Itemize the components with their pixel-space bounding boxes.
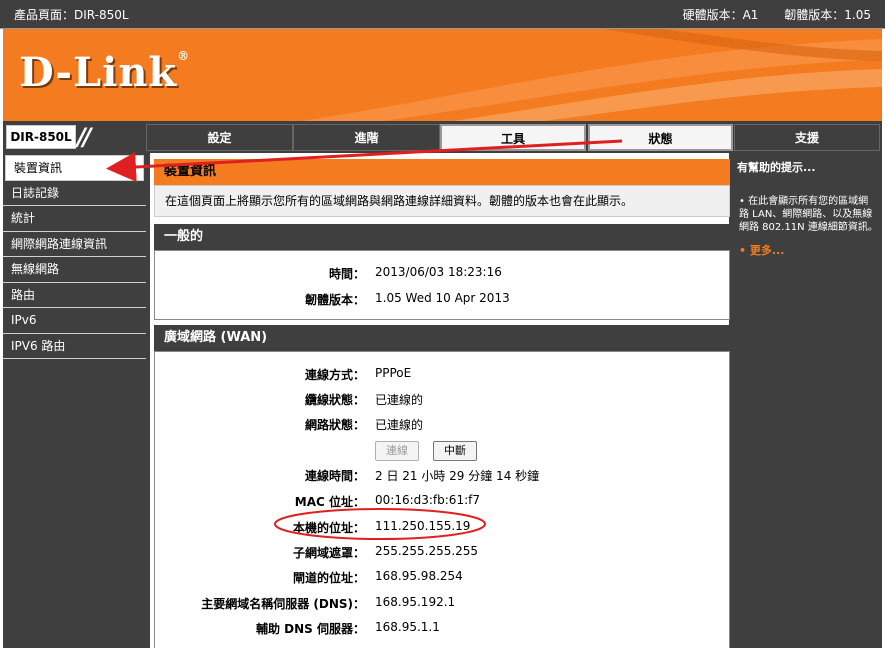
conn-type-row: 連線方式： PPPoE — [304, 366, 412, 382]
hardware-version: 硬體版本：A1 — [682, 8, 759, 22]
page-title: 裝置資訊 — [154, 159, 730, 185]
sidebar-item-routing[interactable]: 路由 — [3, 283, 146, 308]
local-ip-row: 本機的位址： 111.250.155.19 — [292, 519, 471, 535]
sidebar-item-logs[interactable]: 日誌記錄 — [3, 181, 146, 206]
slash-decoration: // — [77, 123, 91, 151]
brand-banner: D-Link® — [3, 29, 882, 121]
sidebar-item-wireless[interactable]: 無線網路 — [3, 257, 146, 283]
help-more-link[interactable]: • 更多... — [733, 242, 882, 258]
tab-setup[interactable]: 設定 — [146, 124, 293, 151]
uptime-row: 連線時間： 2 日 21 小時 29 分鐘 14 秒鐘 — [304, 469, 540, 483]
main-content: 裝置資訊 在這個頁面上將顯示您所有的區域網路與網路連線詳細資料。韌體的版本也會在… — [146, 153, 733, 648]
dlink-logo: D-Link® — [19, 49, 191, 96]
general-section: 時間： 2013/06/03 18:23:16 韌體版本： 1.05 Wed 1… — [154, 250, 730, 320]
wan-section: 連線方式： PPPoE 纜線狀態： 已連線的 網路狀態： 已連線的 連線 中斷 … — [154, 351, 730, 648]
help-panel: 有幫助的提示... • 在此會顯示所有您的區域網路 LAN、網際網路、以及無線網… — [733, 153, 882, 648]
help-text: • 在此會顯示所有您的區域網路 LAN、網際網路、以及無線網路 802.11N … — [739, 196, 878, 233]
tab-tools[interactable]: 工具 — [440, 124, 586, 151]
secondary-dns-row: 輔助 DNS 伺服器： 168.95.1.1 — [255, 620, 440, 636]
firmware-value: 1.05 Wed 10 Apr 2013 — [375, 291, 510, 305]
network-status-row: 網路狀態： 已連線的 — [304, 418, 424, 432]
firmware-row: 韌體版本： 1.05 Wed 10 Apr 2013 — [155, 289, 731, 309]
help-title: 有幫助的提示... — [737, 161, 816, 174]
sidebar-item-ipv6[interactable]: IPv6 — [3, 308, 146, 334]
tab-advanced[interactable]: 進階 — [293, 124, 440, 151]
connect-buttons-row: 連線 中斷 — [155, 441, 731, 461]
primary-dns-row: 主要網域名稱伺服器 (DNS)： 168.95.192.1 — [201, 595, 456, 611]
product-page-label: 產品頁面：DIR-850L — [14, 8, 129, 22]
firmware-version: 韌體版本：1.05 — [784, 8, 871, 22]
disconnect-button[interactable]: 中斷 — [433, 441, 477, 461]
mac-row: MAC 位址： 00:16:d3:fb:61:f7 — [294, 493, 480, 509]
time-value: 2013/06/03 18:23:16 — [375, 265, 502, 279]
tab-support[interactable]: 支援 — [734, 124, 880, 151]
subnet-mask-row: 子網域遮罩： 255.255.255.255 — [292, 544, 479, 560]
sidebar-item-internet-sessions[interactable]: 網際網路連線資訊 — [3, 232, 146, 257]
sidebar-item-ipv6-routing[interactable]: IPV6 路由 — [3, 334, 146, 359]
sidebar: 裝置資訊 日誌記錄 統計 網際網路連線資訊 無線網路 路由 IPv6 IPV6 … — [3, 153, 146, 648]
cable-status-row: 纜線狀態： 已連線的 — [304, 393, 424, 407]
sidebar-item-statistics[interactable]: 統計 — [3, 206, 146, 232]
time-label: 時間： — [328, 267, 365, 281]
firmware-label: 韌體版本： — [304, 293, 365, 307]
tab-status[interactable]: 狀態 — [588, 124, 733, 151]
wan-section-title: 廣域網路 (WAN) — [154, 325, 730, 351]
general-section-title: 一般的 — [154, 224, 730, 250]
sidebar-item-device-info[interactable]: 裝置資訊 — [5, 155, 144, 181]
main-nav: DIR-850L // 設定 進階 工具 狀態 支援 — [3, 121, 882, 153]
page-intro: 在這個頁面上將顯示您所有的區域網路與網路連線詳細資料。韌體的版本也會在此顯示。 — [154, 185, 730, 217]
model-badge: DIR-850L — [6, 125, 76, 149]
connect-button[interactable]: 連線 — [375, 441, 419, 461]
version-info: 硬體版本：A1 韌體版本：1.05 — [683, 6, 871, 23]
time-row: 時間： 2013/06/03 18:23:16 — [155, 263, 731, 283]
gateway-row: 閘道的位址： 168.95.98.254 — [292, 569, 463, 585]
top-info-bar: 產品頁面：DIR-850L 硬體版本：A1 韌體版本：1.05 — [0, 0, 885, 29]
